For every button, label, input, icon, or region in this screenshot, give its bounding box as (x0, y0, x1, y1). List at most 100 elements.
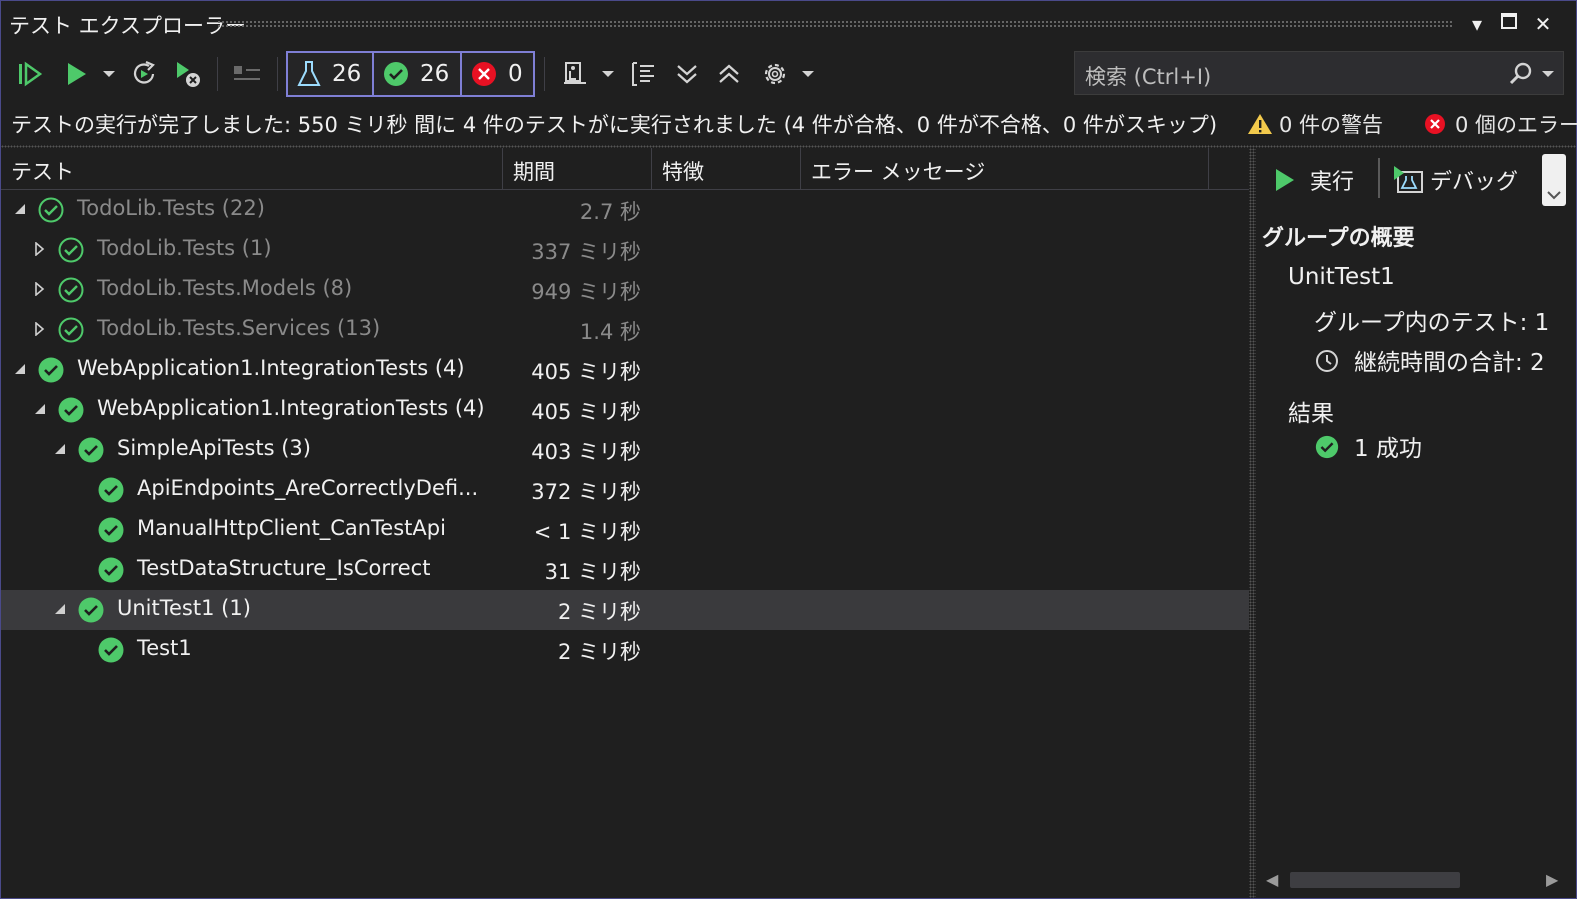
test-duration: 337 ミリ秒 (531, 240, 641, 264)
column-header-duration[interactable]: 期間 (503, 148, 652, 190)
test-name: WebApplication1.IntegrationTests (4) (77, 356, 465, 380)
failed-icon (472, 62, 496, 86)
tests-in-group: グループ内のテスト: 1 (1314, 310, 1550, 336)
run-summary-bar: テストの実行が完了しました: 550 ミリ秒 間に 4 件のテストがに実行されま… (1, 101, 1577, 145)
passed-icon (98, 637, 124, 663)
passed-icon (384, 62, 408, 86)
test-duration: 2 ミリ秒 (557, 640, 641, 664)
search-icon[interactable] (1507, 61, 1535, 87)
expand-arrow-icon[interactable] (33, 322, 47, 336)
group-by-button[interactable] (625, 55, 661, 93)
test-tree-row[interactable]: TodoLib.Tests (22) 2.7 秒 (1, 190, 1249, 230)
flask-icon (297, 61, 321, 86)
group-name: UnitTest1 (1288, 264, 1395, 290)
scroll-left-icon[interactable]: ◀ (1266, 870, 1278, 889)
test-name: TestDataStructure_IsCorrect (137, 556, 431, 580)
test-duration: 31 ミリ秒 (544, 560, 641, 584)
test-duration: 2 ミリ秒 (557, 600, 641, 624)
maximize-button[interactable] (1496, 10, 1522, 38)
window-title: テスト エクスプローラー (9, 14, 247, 38)
chevron-down-icon (103, 71, 115, 77)
window-options-dropdown-icon[interactable]: ▾ (1464, 10, 1490, 38)
test-name: SimpleApiTests (3) (117, 436, 311, 460)
test-name: Test1 (137, 636, 192, 660)
repeat-run-icon (133, 60, 155, 84)
column-header-traits[interactable]: 特徴 (652, 148, 801, 190)
collapse-all-icon (719, 64, 739, 83)
test-tree-row[interactable]: WebApplication1.IntegrationTests (4) 405 … (1, 390, 1249, 430)
test-tree-row[interactable]: ApiEndpoints_AreCorrectlyDefi... 372 ミリ秒 (1, 470, 1249, 510)
test-tree-row[interactable]: SimpleApiTests (3) 403 ミリ秒 (1, 430, 1249, 470)
run-all-tests-button[interactable] (13, 55, 47, 93)
test-tree-row[interactable]: TodoLib.Tests (1) 337 ミリ秒 (1, 230, 1249, 270)
passed-icon (38, 357, 64, 383)
expand-arrow-icon[interactable] (33, 242, 47, 256)
expand-all-button[interactable] (669, 55, 705, 93)
column-header-test[interactable]: テスト (1, 148, 503, 190)
settings-button[interactable] (757, 55, 793, 93)
test-tree-row[interactable]: TodoLib.Tests.Services (13) 1.4 秒 (1, 310, 1249, 350)
expand-arrow-icon[interactable] (33, 282, 47, 296)
collapse-arrow-icon[interactable] (33, 402, 47, 416)
test-duration: 403 ミリ秒 (531, 440, 641, 464)
vertical-splitter[interactable] (1249, 148, 1256, 898)
test-name: ManualHttpClient_CanTestApi (137, 516, 446, 540)
detail-horizontal-scrollbar[interactable]: ◀ ▶ (1256, 867, 1576, 893)
search-placeholder: 検索 (Ctrl+I) (1085, 65, 1212, 89)
passed-icon (38, 197, 64, 223)
gear-icon (764, 63, 786, 85)
search-input[interactable]: 検索 (Ctrl+I) (1074, 51, 1564, 95)
scroll-right-icon[interactable]: ▶ (1546, 870, 1558, 889)
run-failed-icon (177, 62, 200, 87)
repeat-last-run-button[interactable] (127, 55, 161, 93)
passed-icon (98, 477, 124, 503)
collapse-arrow-icon[interactable] (13, 202, 27, 216)
passed-tests-counter[interactable]: 26 (372, 51, 462, 97)
test-name: UnitTest1 (1) (117, 596, 251, 620)
column-header-error-message[interactable]: エラー メッセージ (801, 148, 1209, 190)
collapse-all-button[interactable] (711, 55, 747, 93)
expand-all-icon (677, 65, 697, 84)
playlist-button[interactable] (557, 55, 593, 93)
chevron-down-icon (802, 71, 814, 77)
passed-icon (98, 557, 124, 583)
title-drag-grip[interactable] (217, 20, 1453, 28)
search-options-dropdown-icon[interactable] (1541, 69, 1555, 79)
detail-run-button[interactable]: 実行 (1272, 162, 1354, 198)
failed-tests-counter[interactable]: 0 (460, 51, 535, 97)
warnings-indicator[interactable]: 0 件の警告 (1247, 109, 1383, 139)
test-tree-row[interactable]: ManualHttpClient_CanTestApi < 1 ミリ秒 (1, 510, 1249, 550)
test-tree-row[interactable]: TodoLib.Tests.Models (8) 949 ミリ秒 (1, 270, 1249, 310)
settings-dropdown-button[interactable] (799, 55, 817, 93)
test-tree-row[interactable]: WebApplication1.IntegrationTests (4) 405 … (1, 350, 1249, 390)
run-failed-tests-button[interactable] (169, 55, 205, 93)
warnings-count-label: 0 件の警告 (1279, 113, 1384, 137)
errors-indicator[interactable]: 0 個のエラー (1423, 109, 1577, 139)
total-tests-counter[interactable]: 26 (286, 51, 374, 97)
test-tree-row[interactable]: TestDataStructure_IsCorrect 31 ミリ秒 (1, 550, 1249, 590)
test-duration: 372 ミリ秒 (531, 480, 641, 504)
test-tree-grid: テスト 期間 特徴 エラー メッセージ TodoLib.Tests (22) 2.… (1, 148, 1249, 898)
test-tree-row[interactable]: UnitTest1 (1) 2 ミリ秒 (1, 590, 1249, 630)
collapse-arrow-icon[interactable] (53, 442, 67, 456)
title-bar: テスト エクスプローラー ▾ ✕ (1, 1, 1576, 47)
playlist-dropdown-button[interactable] (599, 55, 617, 93)
detail-debug-label: デバッグ (1430, 170, 1519, 195)
close-button[interactable]: ✕ (1530, 10, 1556, 38)
failed-tests-count: 0 (508, 61, 523, 87)
run-summary-message: テストの実行が完了しました: 550 ミリ秒 間に 4 件のテストがに実行されま… (11, 113, 1218, 137)
collapse-arrow-icon[interactable] (13, 362, 27, 376)
detail-toolbar-overflow-button[interactable] (1542, 154, 1566, 206)
toolbar: 26 26 0 検索 (Ctrl+I) (1, 47, 1576, 101)
run-dropdown-button[interactable] (99, 55, 119, 93)
cancel-run-button[interactable] (227, 55, 267, 93)
passed-icon (98, 517, 124, 543)
clock-icon (1316, 350, 1338, 372)
test-tree-row[interactable]: Test1 2 ミリ秒 (1, 630, 1249, 670)
detail-debug-button[interactable]: デバッグ (1392, 162, 1518, 198)
run-button[interactable] (59, 55, 93, 93)
test-duration: 949 ミリ秒 (531, 280, 641, 304)
scrollbar-thumb[interactable] (1290, 872, 1460, 888)
collapse-arrow-icon[interactable] (53, 602, 67, 616)
total-duration: 継続時間の合計: 2 (1354, 350, 1545, 376)
